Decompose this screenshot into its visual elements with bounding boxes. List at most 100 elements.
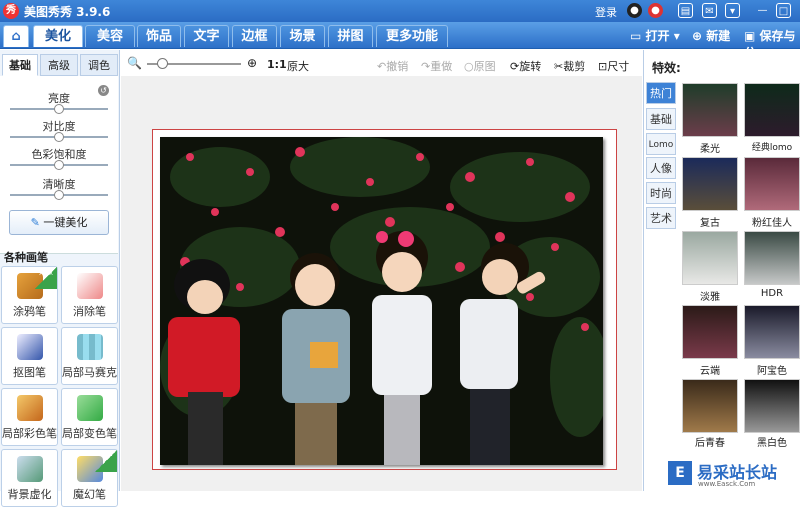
- undo-button[interactable]: ↶撤销: [377, 58, 408, 74]
- size-button[interactable]: ⊡尺寸: [598, 58, 629, 74]
- tab-color[interactable]: 调色: [80, 54, 118, 76]
- sharpness-slider[interactable]: [10, 190, 108, 200]
- skin-icon[interactable]: ▤: [678, 3, 693, 18]
- cat-hot[interactable]: 热门: [646, 82, 676, 104]
- tab-collage[interactable]: 拼图: [328, 25, 373, 47]
- ratio-button[interactable]: 1:1: [267, 58, 287, 71]
- effect-label: HDR: [760, 288, 784, 299]
- home-tab[interactable]: ⌂: [3, 25, 29, 47]
- maximize-icon[interactable]: □: [776, 3, 791, 18]
- blur-icon: [17, 456, 43, 482]
- brush-eraser[interactable]: 消除笔: [61, 266, 118, 324]
- effect-abao[interactable]: [744, 305, 800, 359]
- size-label: 尺寸: [607, 60, 630, 73]
- brush-local-recolor[interactable]: 局部变色笔: [61, 388, 118, 446]
- title-bar: 秀 美图秀秀 3.9.6 登录 ● ● ▤ ✉ ▾ — □: [0, 0, 800, 22]
- effect-label: 黑白色: [757, 438, 787, 449]
- original-label: 原图: [473, 60, 496, 73]
- cat-portrait[interactable]: 人像: [646, 157, 676, 179]
- tab-scene[interactable]: 场景: [280, 25, 325, 47]
- zoom-slider[interactable]: [147, 58, 241, 69]
- brightness-slider[interactable]: [10, 104, 108, 114]
- saturation-knob[interactable]: [54, 160, 64, 170]
- effect-soft-light[interactable]: [682, 83, 738, 137]
- qq-icon[interactable]: ●: [627, 3, 642, 18]
- effect-post-youth[interactable]: [682, 379, 738, 433]
- weibo-icon[interactable]: ●: [648, 3, 663, 18]
- scissors-icon: ✂: [554, 60, 564, 73]
- brush-magic[interactable]: new 魔幻笔: [61, 449, 118, 507]
- login-link[interactable]: 登录: [595, 4, 617, 20]
- cat-fashion[interactable]: 时尚: [646, 182, 676, 204]
- effect-retro[interactable]: [682, 157, 738, 211]
- main-photo[interactable]: [160, 137, 603, 465]
- message-icon[interactable]: ✉: [702, 3, 717, 18]
- undo-icon: ↶: [377, 60, 387, 73]
- settings-icon[interactable]: ▾: [725, 3, 740, 18]
- cat-basic[interactable]: 基础: [646, 108, 676, 130]
- brush-local-color[interactable]: 局部彩色笔: [1, 388, 58, 446]
- new-button[interactable]: ⊕ 新建: [692, 27, 730, 44]
- sharpness-knob[interactable]: [54, 190, 64, 200]
- image-toolbar: 🔍 ⊕ 1:1 原大 ↶撤销 ↷重做 ○原图 ⟳旋转 ✂裁剪 ⊡尺寸: [121, 50, 641, 76]
- one-click-beautify-button[interactable]: ✎ 一键美化: [9, 210, 109, 235]
- tab-accessories[interactable]: 饰品: [137, 25, 181, 47]
- effect-label: 经典lomo: [751, 143, 793, 153]
- crop-button[interactable]: ✂裁剪: [554, 58, 585, 74]
- effects-title: 特效:: [652, 61, 681, 75]
- minimize-icon[interactable]: —: [755, 3, 770, 18]
- effect-pink-lady[interactable]: [744, 157, 800, 211]
- tab-advanced[interactable]: 高级: [40, 54, 78, 76]
- brush-label: 消除笔: [73, 305, 106, 318]
- plus-icon: ⊕: [692, 29, 703, 43]
- rotate-icon: ⟳: [510, 60, 520, 73]
- zoom-knob[interactable]: [156, 58, 168, 69]
- contrast-knob[interactable]: [54, 132, 64, 142]
- one-click-label: 一键美化: [43, 216, 88, 229]
- tab-beautify[interactable]: 美化: [33, 25, 83, 47]
- magic-wand-icon: ✎: [30, 216, 40, 229]
- redo-icon: ↷: [421, 60, 431, 73]
- cat-lomo[interactable]: Lomo: [646, 133, 676, 155]
- app-title: 美图秀秀 3.9.6: [24, 5, 111, 19]
- effect-black-white[interactable]: [744, 379, 800, 433]
- brush-mosaic[interactable]: 局部马赛克: [61, 327, 118, 385]
- effect-elegant[interactable]: [682, 231, 738, 285]
- zoom-out-icon[interactable]: 🔍: [127, 56, 142, 70]
- brush-bg-blur[interactable]: 背景虚化: [1, 449, 58, 507]
- eraser-icon: [77, 273, 103, 299]
- brightness-knob[interactable]: [54, 104, 64, 114]
- open-label: 打开: [645, 29, 670, 43]
- redo-label: 重做: [430, 60, 453, 73]
- brushes-title: 各种画笔: [4, 251, 48, 264]
- effects-panel: 特效: 热门 基础 Lomo 人像 时尚 艺术 柔光 经典lomo 复古 粉红佳…: [643, 50, 800, 491]
- effect-label: 复古: [700, 218, 720, 229]
- redo-button[interactable]: ↷重做: [421, 58, 452, 74]
- cat-art[interactable]: 艺术: [646, 207, 676, 229]
- zoom-in-icon[interactable]: ⊕: [247, 56, 257, 70]
- tab-basic[interactable]: 基础: [2, 54, 38, 76]
- new-badge: new: [95, 450, 117, 472]
- circle-icon: ○: [464, 60, 474, 73]
- tab-cosmetic[interactable]: 美容: [85, 25, 135, 47]
- effect-hdr[interactable]: [744, 231, 800, 285]
- cutout-icon: [17, 334, 43, 360]
- open-button[interactable]: ▭ 打开 ▾: [630, 27, 680, 44]
- tab-more-features[interactable]: 更多功能▾: [376, 25, 448, 66]
- contrast-slider[interactable]: [10, 132, 108, 142]
- original-size-button[interactable]: 原大: [287, 58, 309, 74]
- folder-icon: ▭: [630, 29, 642, 43]
- effect-classic-lomo[interactable]: [744, 83, 800, 137]
- tab-border[interactable]: 边框: [232, 25, 277, 47]
- brush-graffiti[interactable]: 升级 涂鸦笔: [1, 266, 58, 324]
- effect-label: 后青春: [695, 438, 725, 449]
- tab-text[interactable]: 文字: [184, 25, 229, 47]
- original-button[interactable]: ○原图: [464, 58, 496, 74]
- brush-cutout[interactable]: 抠图笔: [1, 327, 58, 385]
- effect-cloud[interactable]: [682, 305, 738, 359]
- brush-label: 局部马赛克: [62, 366, 117, 379]
- rotate-label: 旋转: [519, 60, 542, 73]
- saturation-slider[interactable]: [10, 160, 108, 170]
- new-label: 新建: [706, 29, 731, 43]
- rotate-button[interactable]: ⟳旋转: [510, 58, 541, 74]
